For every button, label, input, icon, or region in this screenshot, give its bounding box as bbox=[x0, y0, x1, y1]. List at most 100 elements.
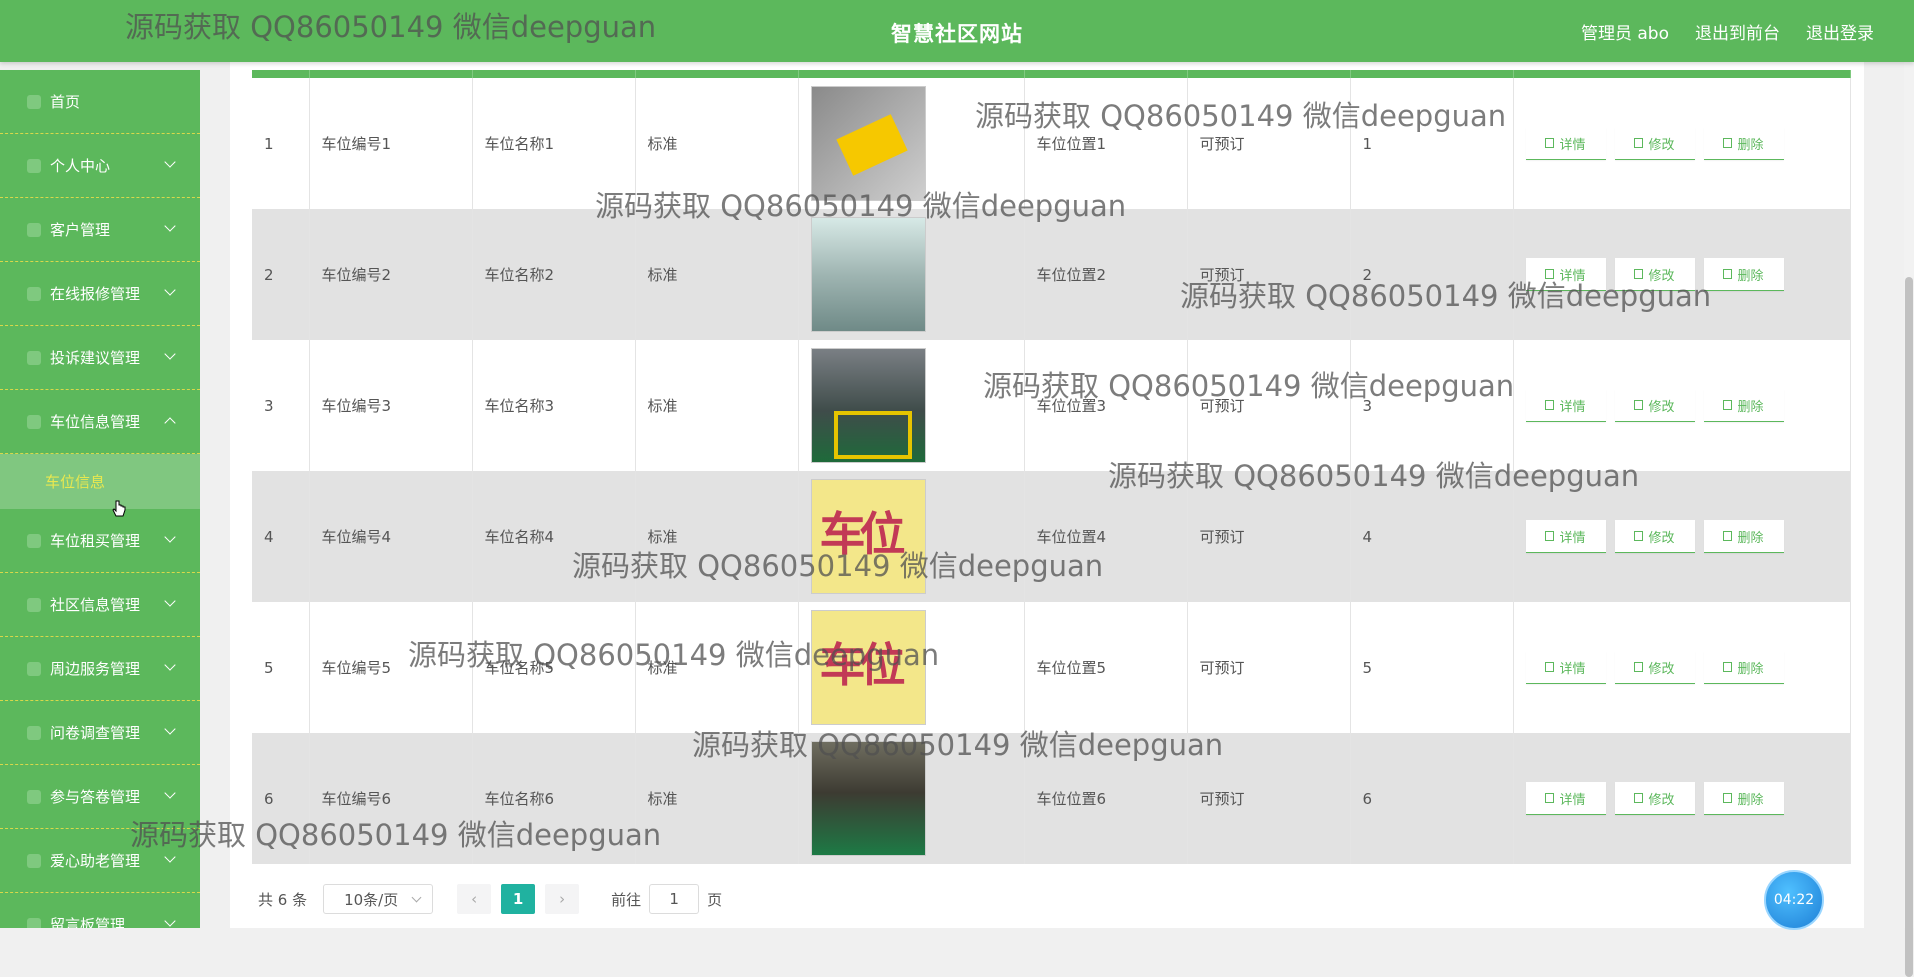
admin-label[interactable]: 管理员 abo bbox=[1581, 19, 1669, 44]
row-actions: 详情 修改 删除 bbox=[1525, 127, 1838, 160]
actions-cell: 详情 修改 删除 bbox=[1513, 471, 1851, 602]
next-page-button[interactable]: › bbox=[545, 884, 580, 914]
row-index: 2 bbox=[252, 209, 310, 340]
detail-button[interactable]: 详情 bbox=[1525, 651, 1606, 684]
table-row: 6 车位编号6 车位名称6 标准 车位位置6 可预订 6 详情 修改 删除 bbox=[252, 733, 1851, 864]
edit-button[interactable]: 修改 bbox=[1614, 520, 1695, 553]
delete-button[interactable]: 删除 bbox=[1703, 258, 1784, 291]
delete-button-label: 删除 bbox=[1737, 268, 1764, 284]
survey-icon bbox=[27, 789, 41, 804]
detail-button-label: 详情 bbox=[1559, 399, 1586, 415]
image-cell bbox=[798, 733, 1025, 864]
sidebar-item[interactable]: 客户管理 bbox=[0, 198, 200, 262]
trash-icon bbox=[1723, 138, 1733, 148]
sidebar-item-label: 爱心助老管理 bbox=[50, 852, 141, 870]
edit-icon bbox=[1634, 793, 1644, 803]
detail-button[interactable]: 详情 bbox=[1525, 389, 1606, 422]
row-actions: 详情 修改 删除 bbox=[1525, 520, 1838, 553]
sidebar-subitem-parking-info[interactable]: 车位信息 bbox=[0, 454, 200, 509]
community-icon bbox=[27, 597, 41, 612]
sidebar-item[interactable]: 参与答卷管理 bbox=[0, 765, 200, 829]
sidebar-item[interactable]: 车位信息管理 bbox=[0, 390, 200, 454]
parking-image[interactable]: 车位 bbox=[810, 479, 926, 594]
row-actions: 详情 修改 删除 bbox=[1525, 258, 1838, 291]
edit-icon bbox=[1634, 662, 1644, 672]
sidebar-item[interactable]: 在线报修管理 bbox=[0, 262, 200, 326]
scrollbar-thumb[interactable] bbox=[1905, 277, 1913, 977]
chevron-down-icon bbox=[164, 659, 176, 671]
chevron-down-icon bbox=[164, 220, 176, 232]
edit-button[interactable]: 修改 bbox=[1614, 389, 1695, 422]
edit-button[interactable]: 修改 bbox=[1614, 127, 1695, 160]
sidebar-item[interactable]: 爱心助老管理 bbox=[0, 829, 200, 893]
detail-icon bbox=[1545, 269, 1555, 279]
delete-button[interactable]: 删除 bbox=[1703, 389, 1784, 422]
parking-status-cell: 可预订 bbox=[1187, 340, 1351, 471]
parking-number-cell: 2 bbox=[1350, 209, 1514, 340]
detail-button[interactable]: 详情 bbox=[1525, 782, 1606, 815]
parking-icon bbox=[27, 533, 41, 548]
sidebar-item[interactable]: 车位租买管理 bbox=[0, 509, 200, 573]
delete-button[interactable]: 删除 bbox=[1703, 651, 1784, 684]
logout-link[interactable]: 退出登录 bbox=[1806, 19, 1874, 44]
parking-number-cell: 1 bbox=[1350, 78, 1514, 209]
sidebar-item[interactable]: 社区信息管理 bbox=[0, 573, 200, 637]
image-cell: 车位 bbox=[798, 471, 1025, 602]
edit-button-label: 修改 bbox=[1648, 792, 1675, 808]
page-number-button[interactable]: 1 bbox=[501, 884, 536, 914]
detail-icon bbox=[1545, 138, 1555, 148]
detail-button-label: 详情 bbox=[1559, 792, 1586, 808]
trash-icon bbox=[1723, 400, 1733, 410]
parking-image[interactable]: 车位 bbox=[810, 610, 926, 725]
actions-cell: 详情 修改 删除 bbox=[1513, 602, 1851, 733]
parking-image[interactable] bbox=[810, 86, 926, 201]
sidebar-item-label: 客户管理 bbox=[50, 221, 111, 239]
parking-status-cell: 可预订 bbox=[1187, 471, 1351, 602]
pagination-total: 共 6 条 bbox=[258, 890, 308, 909]
page-size-select[interactable]: 10条/页 bbox=[323, 884, 434, 914]
image-cell bbox=[798, 209, 1025, 340]
detail-button-label: 详情 bbox=[1559, 137, 1586, 153]
page-jump: 前往 页 bbox=[611, 884, 722, 914]
sidebar-item-label: 在线报修管理 bbox=[50, 285, 141, 303]
edit-button-label: 修改 bbox=[1648, 137, 1675, 153]
edit-button[interactable]: 修改 bbox=[1614, 651, 1695, 684]
parking-name-cell: 车位名称5 bbox=[472, 602, 636, 733]
delete-button[interactable]: 删除 bbox=[1703, 782, 1784, 815]
sidebar-item-label: 个人中心 bbox=[50, 157, 111, 175]
delete-button-label: 删除 bbox=[1737, 137, 1764, 153]
detail-icon bbox=[1545, 400, 1555, 410]
heart-icon bbox=[27, 853, 41, 868]
prev-page-button[interactable]: ‹ bbox=[457, 884, 492, 914]
sidebar-item[interactable]: 周边服务管理 bbox=[0, 637, 200, 701]
detail-button[interactable]: 详情 bbox=[1525, 520, 1606, 553]
image-cell: 车位 bbox=[798, 602, 1025, 733]
sidebar-item[interactable]: 首页 bbox=[0, 70, 200, 134]
detail-button[interactable]: 详情 bbox=[1525, 127, 1606, 160]
sidebar-item-label: 问卷调查管理 bbox=[50, 724, 141, 742]
delete-button[interactable]: 删除 bbox=[1703, 520, 1784, 553]
pagination: 共 6 条 10条/页 ‹ 1 › 前往 页 bbox=[258, 884, 722, 914]
sidebar-item[interactable]: 投诉建议管理 bbox=[0, 326, 200, 390]
delete-button[interactable]: 删除 bbox=[1703, 127, 1784, 160]
detail-button[interactable]: 详情 bbox=[1525, 258, 1606, 291]
chevron-down-icon bbox=[164, 348, 176, 360]
sidebar-item[interactable]: 问卷调查管理 bbox=[0, 701, 200, 765]
actions-cell: 详情 修改 删除 bbox=[1513, 78, 1851, 209]
parking-code-cell: 车位编号6 bbox=[309, 733, 473, 864]
table-row: 4 车位编号4 车位名称4 标准 车位 车位位置4 可预订 4 详情 修改 删除 bbox=[252, 471, 1851, 602]
table-row: 5 车位编号5 车位名称5 标准 车位 车位位置5 可预订 5 详情 修改 删除 bbox=[252, 602, 1851, 733]
exit-to-front-link[interactable]: 退出到前台 bbox=[1695, 19, 1780, 44]
parking-type-cell: 标准 bbox=[635, 340, 799, 471]
sidebar-item[interactable]: 留言板管理 bbox=[0, 893, 200, 928]
parking-image[interactable] bbox=[810, 741, 926, 856]
parking-image[interactable] bbox=[810, 348, 926, 463]
page-jump-input[interactable] bbox=[649, 884, 700, 914]
parking-image[interactable] bbox=[810, 217, 926, 332]
table-row: 3 车位编号3 车位名称3 标准 车位位置3 可预订 3 详情 修改 删除 bbox=[252, 340, 1851, 471]
edit-button[interactable]: 修改 bbox=[1614, 782, 1695, 815]
sidebar-item[interactable]: 个人中心 bbox=[0, 134, 200, 198]
scrollbar-track[interactable] bbox=[1904, 62, 1914, 977]
edit-button[interactable]: 修改 bbox=[1614, 258, 1695, 291]
delete-button-label: 删除 bbox=[1737, 792, 1764, 808]
